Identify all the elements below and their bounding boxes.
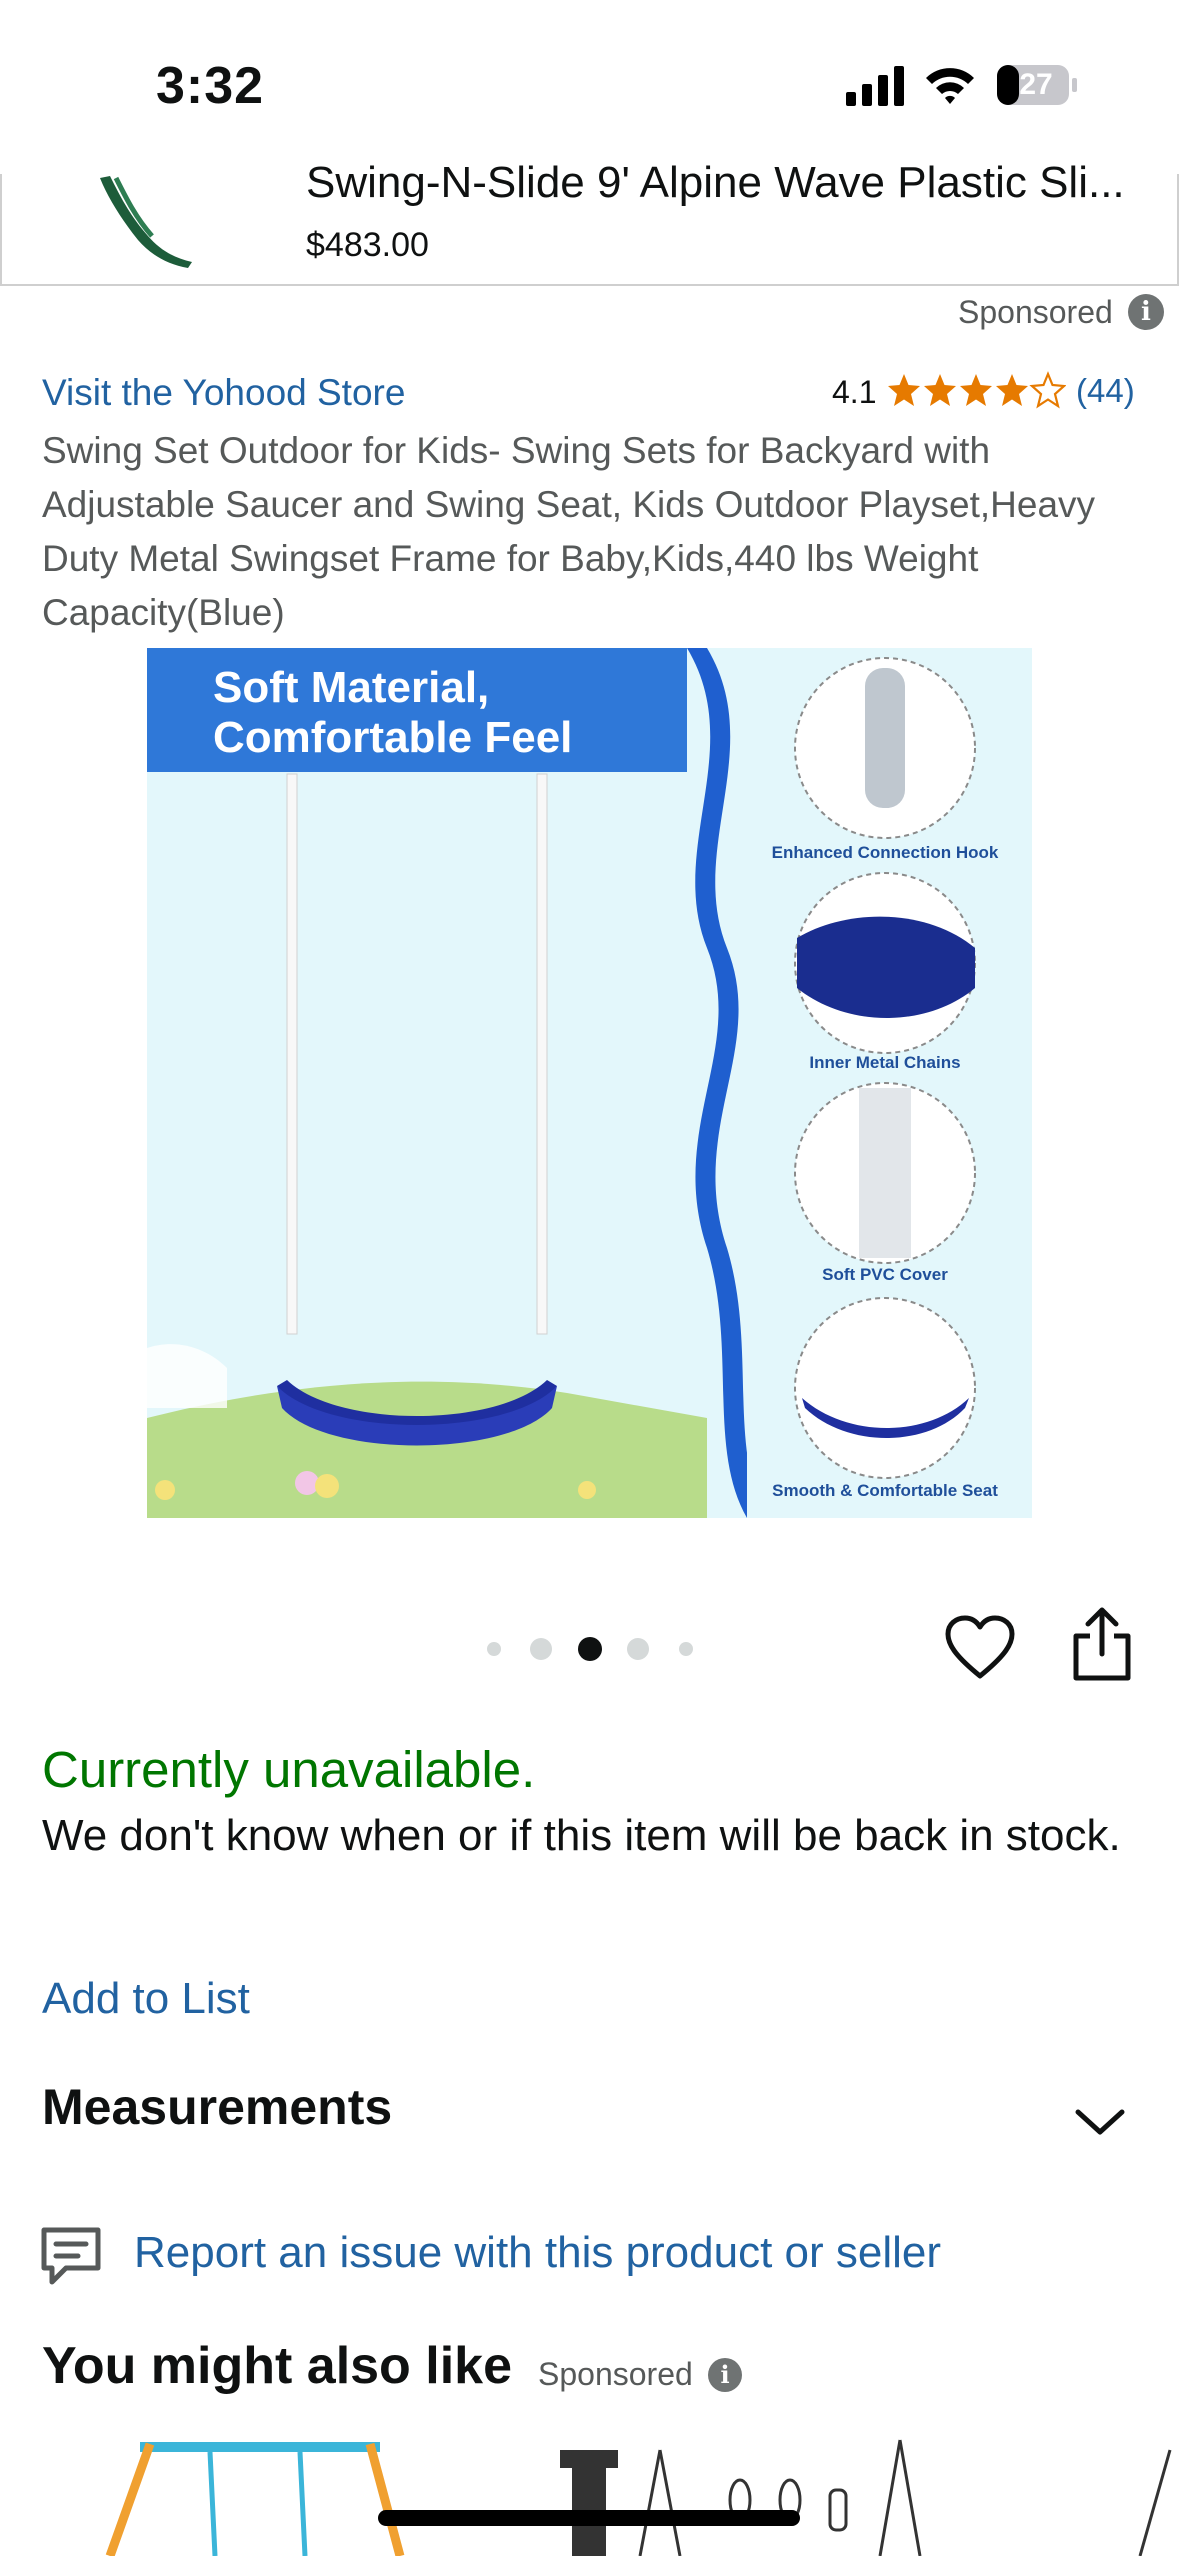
battery-level: 27 <box>1019 68 1053 101</box>
sponsored-label-bottom: Sponsored <box>538 2356 693 2392</box>
store-link[interactable]: Visit the Yohood Store <box>42 372 405 414</box>
add-to-list-button[interactable]: Add to List <box>42 1974 250 2024</box>
home-indicator[interactable] <box>378 2510 800 2526</box>
measurements-heading[interactable]: Measurements <box>42 2078 392 2136</box>
slide-thumbnail[interactable] <box>100 176 196 268</box>
star-rating-icon[interactable] <box>886 370 1066 410</box>
callout-pvc-label: Soft PVC Cover <box>822 1265 948 1284</box>
wifi-icon <box>926 68 974 104</box>
product-image[interactable]: Soft Material, Comfortable Feel Enhanced… <box>147 648 1032 1518</box>
info-icon[interactable]: i <box>1128 294 1164 330</box>
rating-value: 4.1 <box>832 374 877 410</box>
status-time: 3:32 <box>156 57 265 115</box>
heart-icon[interactable] <box>944 1614 1016 1682</box>
recommended-stand-thumb <box>560 2450 618 2556</box>
sponsored-label: Sponsored <box>958 294 1113 330</box>
rating-count[interactable]: (44) <box>1076 372 1135 410</box>
availability-status: Currently unavailable. <box>42 1741 536 1798</box>
chevron-down-icon[interactable] <box>1072 2104 1128 2140</box>
stock-message: We don't know when or if this item will … <box>42 1811 1121 1860</box>
image-headline: Soft Material, <box>213 663 489 712</box>
info-icon-bottom[interactable]: i <box>708 2358 742 2392</box>
callout-seat-label: Smooth & Comfortable Seat <box>772 1481 998 1500</box>
product-title: Swing Set Outdoor for Kids- Swing Sets f… <box>42 430 1096 633</box>
carousel-dots[interactable] <box>484 1634 704 1664</box>
cellular-signal-icon <box>846 66 904 106</box>
report-icon[interactable] <box>40 2226 102 2286</box>
banner-product-title[interactable]: Swing-N-Slide 9' Alpine Wave Plastic Sli… <box>306 158 1166 208</box>
banner-price: $483.00 <box>306 226 429 264</box>
recommendation-thumbnails[interactable] <box>0 2430 1179 2556</box>
recommended-hooks-thumb <box>638 2439 1172 2556</box>
callout-hook-label: Enhanced Connection Hook <box>772 843 999 862</box>
report-issue-link[interactable]: Report an issue with this product or sel… <box>134 2228 941 2278</box>
recommended-swingset-thumb <box>105 2442 405 2556</box>
share-icon[interactable] <box>1070 1606 1134 1682</box>
callout-chains-label: Inner Metal Chains <box>809 1053 960 1072</box>
recommendations-heading: You might also like <box>42 2337 513 2395</box>
battery-icon: 27 <box>996 64 1078 106</box>
image-headline-2: Comfortable Feel <box>213 713 572 762</box>
